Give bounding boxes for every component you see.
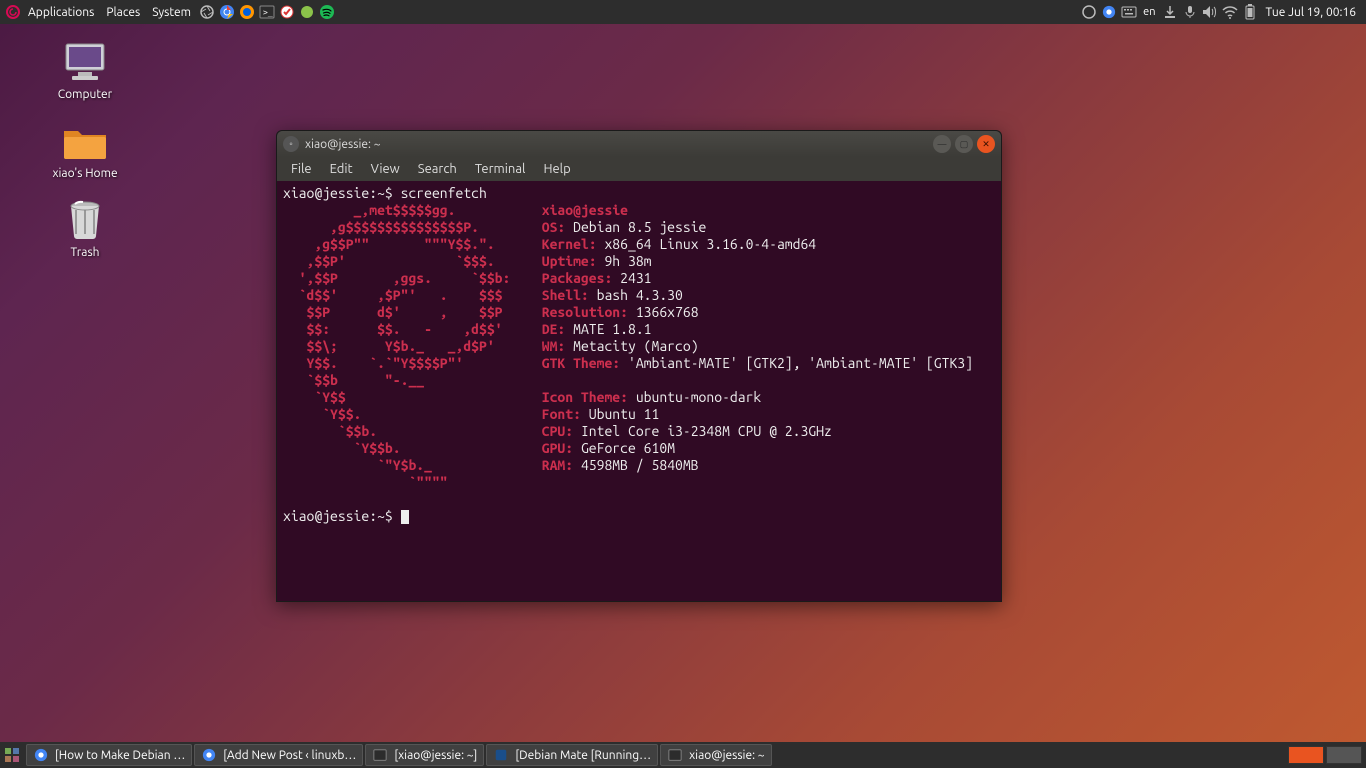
trash-icon bbox=[60, 198, 110, 242]
chrome-icon[interactable] bbox=[217, 2, 237, 22]
microphone-tray-icon[interactable] bbox=[1180, 2, 1200, 22]
menu-search[interactable]: Search bbox=[412, 160, 463, 178]
workspace-1[interactable] bbox=[1288, 746, 1324, 764]
window-title: xiao@jessie: ~ bbox=[305, 138, 933, 151]
desktop-home[interactable]: xiao's Home bbox=[40, 119, 130, 180]
terminal-window: ◦ xiao@jessie: ~ — ▢ ✕ File Edit View Se… bbox=[276, 130, 1002, 602]
menu-terminal[interactable]: Terminal bbox=[469, 160, 532, 178]
desktop-computer-label: Computer bbox=[40, 88, 130, 101]
virtualbox-icon bbox=[493, 747, 509, 763]
menu-help[interactable]: Help bbox=[537, 160, 576, 178]
volume-tray-icon[interactable] bbox=[1200, 2, 1220, 22]
bottom-panel: [How to Make Debian … [Add New Post ‹ li… bbox=[0, 742, 1366, 768]
computer-icon bbox=[60, 40, 110, 84]
task-label: [Add New Post ‹ linuxb… bbox=[223, 749, 356, 762]
system-menu[interactable]: System bbox=[146, 6, 197, 19]
shutter-icon[interactable] bbox=[197, 2, 217, 22]
applications-menu[interactable]: Applications bbox=[22, 6, 100, 19]
debian-logo-icon[interactable] bbox=[4, 3, 22, 21]
svg-text:>_: >_ bbox=[263, 8, 273, 17]
aperture-tray-icon[interactable] bbox=[1079, 2, 1099, 22]
gtg-icon[interactable] bbox=[277, 2, 297, 22]
chrome-icon bbox=[201, 747, 217, 763]
task-chrome-2[interactable]: [Add New Post ‹ linuxb… bbox=[194, 744, 363, 766]
desktop-trash-label: Trash bbox=[40, 246, 130, 259]
task-virtualbox[interactable]: [Debian Mate [Running… bbox=[486, 744, 658, 766]
top-panel: Applications Places System >_ en Tue Jul… bbox=[0, 0, 1366, 24]
menu-edit[interactable]: Edit bbox=[324, 160, 359, 178]
terminal-icon bbox=[372, 747, 388, 763]
qbittorrent-icon[interactable] bbox=[297, 2, 317, 22]
menu-file[interactable]: File bbox=[285, 160, 318, 178]
home-folder-icon bbox=[60, 119, 110, 163]
spotify-icon[interactable] bbox=[317, 2, 337, 22]
show-desktop-button[interactable] bbox=[0, 743, 24, 767]
keyboard-tray-icon[interactable] bbox=[1119, 2, 1139, 22]
clock[interactable]: Tue Jul 19, 00:16 bbox=[1260, 6, 1362, 19]
task-terminal-1[interactable]: [xiao@jessie: ~] bbox=[365, 744, 484, 766]
workspace-2[interactable] bbox=[1326, 746, 1362, 764]
task-chrome-1[interactable]: [How to Make Debian … bbox=[26, 744, 192, 766]
task-label: [How to Make Debian … bbox=[55, 749, 185, 762]
menu-view[interactable]: View bbox=[365, 160, 406, 178]
task-terminal-2[interactable]: xiao@jessie: ~ bbox=[660, 744, 771, 766]
task-label: [Debian Mate [Running… bbox=[515, 749, 651, 762]
firefox-icon[interactable] bbox=[237, 2, 257, 22]
terminal-icon bbox=[667, 747, 683, 763]
terminal-window-icon: ◦ bbox=[283, 136, 299, 152]
desktop-trash[interactable]: Trash bbox=[40, 198, 130, 259]
window-maximize-button[interactable]: ▢ bbox=[955, 135, 973, 153]
chrome-tray-icon[interactable] bbox=[1099, 2, 1119, 22]
network-tray-icon[interactable] bbox=[1220, 2, 1240, 22]
terminal-body[interactable]: xiao@jessie:~$ screenfetch _,met$$$$$gg.… bbox=[277, 181, 1001, 601]
terminal-launcher-icon[interactable]: >_ bbox=[257, 2, 277, 22]
battery-tray-icon[interactable] bbox=[1240, 2, 1260, 22]
updates-tray-icon[interactable] bbox=[1160, 2, 1180, 22]
desktop-icons: Computer xiao's Home Trash bbox=[40, 40, 160, 277]
desktop-home-label: xiao's Home bbox=[40, 167, 130, 180]
places-menu[interactable]: Places bbox=[100, 6, 146, 19]
window-close-button[interactable]: ✕ bbox=[977, 135, 995, 153]
language-indicator[interactable]: en bbox=[1139, 6, 1159, 18]
task-label: xiao@jessie: ~ bbox=[689, 749, 764, 762]
task-label: [xiao@jessie: ~] bbox=[394, 749, 477, 762]
window-titlebar[interactable]: ◦ xiao@jessie: ~ — ▢ ✕ bbox=[277, 131, 1001, 157]
chrome-icon bbox=[33, 747, 49, 763]
terminal-menubar: File Edit View Search Terminal Help bbox=[277, 157, 1001, 181]
desktop-computer[interactable]: Computer bbox=[40, 40, 130, 101]
window-minimize-button[interactable]: — bbox=[933, 135, 951, 153]
